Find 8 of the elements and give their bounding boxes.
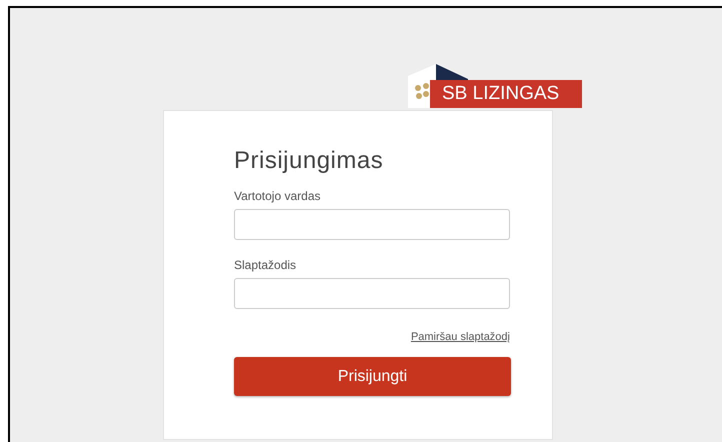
input-field[interactable] xyxy=(234,278,510,309)
field-label: Slaptažodis xyxy=(234,258,298,272)
field-label: Vartotojo vardas xyxy=(234,189,322,203)
input-field[interactable] xyxy=(234,209,510,240)
logo-text: SB LIZINGAS xyxy=(430,80,582,108)
forgot-password-link[interactable]: Pamiršau slaptažodį xyxy=(410,331,510,343)
login-button[interactable]: Prisijungti xyxy=(234,357,511,396)
form-title: Prisijungimas xyxy=(234,147,384,175)
